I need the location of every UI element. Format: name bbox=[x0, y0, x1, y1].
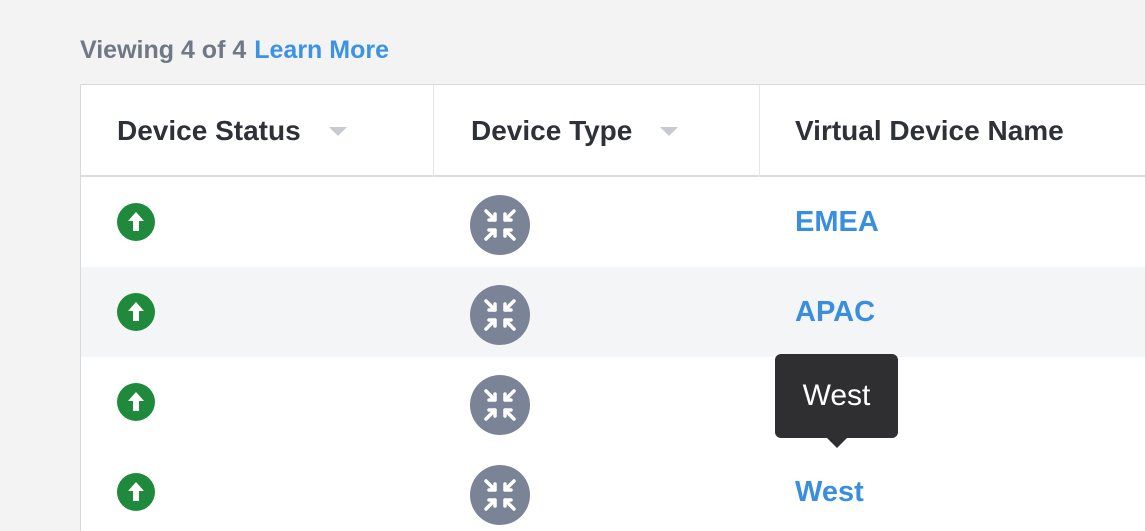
viewing-count: Viewing 4 of 4 bbox=[80, 36, 247, 64]
table-row[interactable]: EMEA bbox=[81, 177, 1145, 267]
table-row[interactable] bbox=[81, 357, 1145, 447]
learn-more-link[interactable]: Learn More bbox=[254, 36, 389, 64]
column-header-virtual-device-name[interactable]: Virtual Device Name bbox=[795, 85, 1064, 177]
column-divider[interactable] bbox=[433, 85, 434, 177]
devices-table: Device Status Device Type Virtual Device… bbox=[80, 84, 1145, 531]
redacted-label bbox=[187, 207, 330, 237]
column-header-device-status[interactable]: Device Status bbox=[117, 85, 347, 177]
redacted-label bbox=[187, 387, 330, 417]
column-divider[interactable] bbox=[759, 85, 760, 177]
router-icon bbox=[470, 285, 530, 345]
column-header-device-type[interactable]: Device Type bbox=[471, 85, 679, 177]
sort-caret-icon[interactable] bbox=[328, 126, 347, 136]
table-row[interactable]: West bbox=[81, 447, 1145, 531]
arrow-up-circle-icon bbox=[117, 203, 155, 241]
table-header: Device Status Device Type Virtual Device… bbox=[81, 85, 1145, 177]
router-icon bbox=[470, 375, 530, 435]
arrow-up-circle-icon bbox=[117, 383, 155, 421]
sort-caret-icon[interactable] bbox=[660, 126, 679, 136]
arrow-up-circle-icon bbox=[117, 293, 155, 331]
router-icon bbox=[470, 465, 530, 525]
arrow-up-circle-icon bbox=[117, 473, 155, 511]
viewing-summary: Viewing 4 of 4 Learn More bbox=[80, 36, 389, 65]
router-icon bbox=[470, 195, 530, 255]
device-name-link[interactable]: APAC bbox=[795, 267, 875, 357]
tooltip-arrow bbox=[827, 438, 847, 448]
device-name-link[interactable]: EMEA bbox=[795, 177, 879, 267]
table-row[interactable]: APAC bbox=[81, 267, 1145, 357]
device-name-tooltip: West bbox=[775, 354, 898, 448]
device-name-link[interactable]: West bbox=[795, 447, 864, 531]
device-list-page: Viewing 4 of 4 Learn More Device Status D… bbox=[0, 0, 1145, 531]
